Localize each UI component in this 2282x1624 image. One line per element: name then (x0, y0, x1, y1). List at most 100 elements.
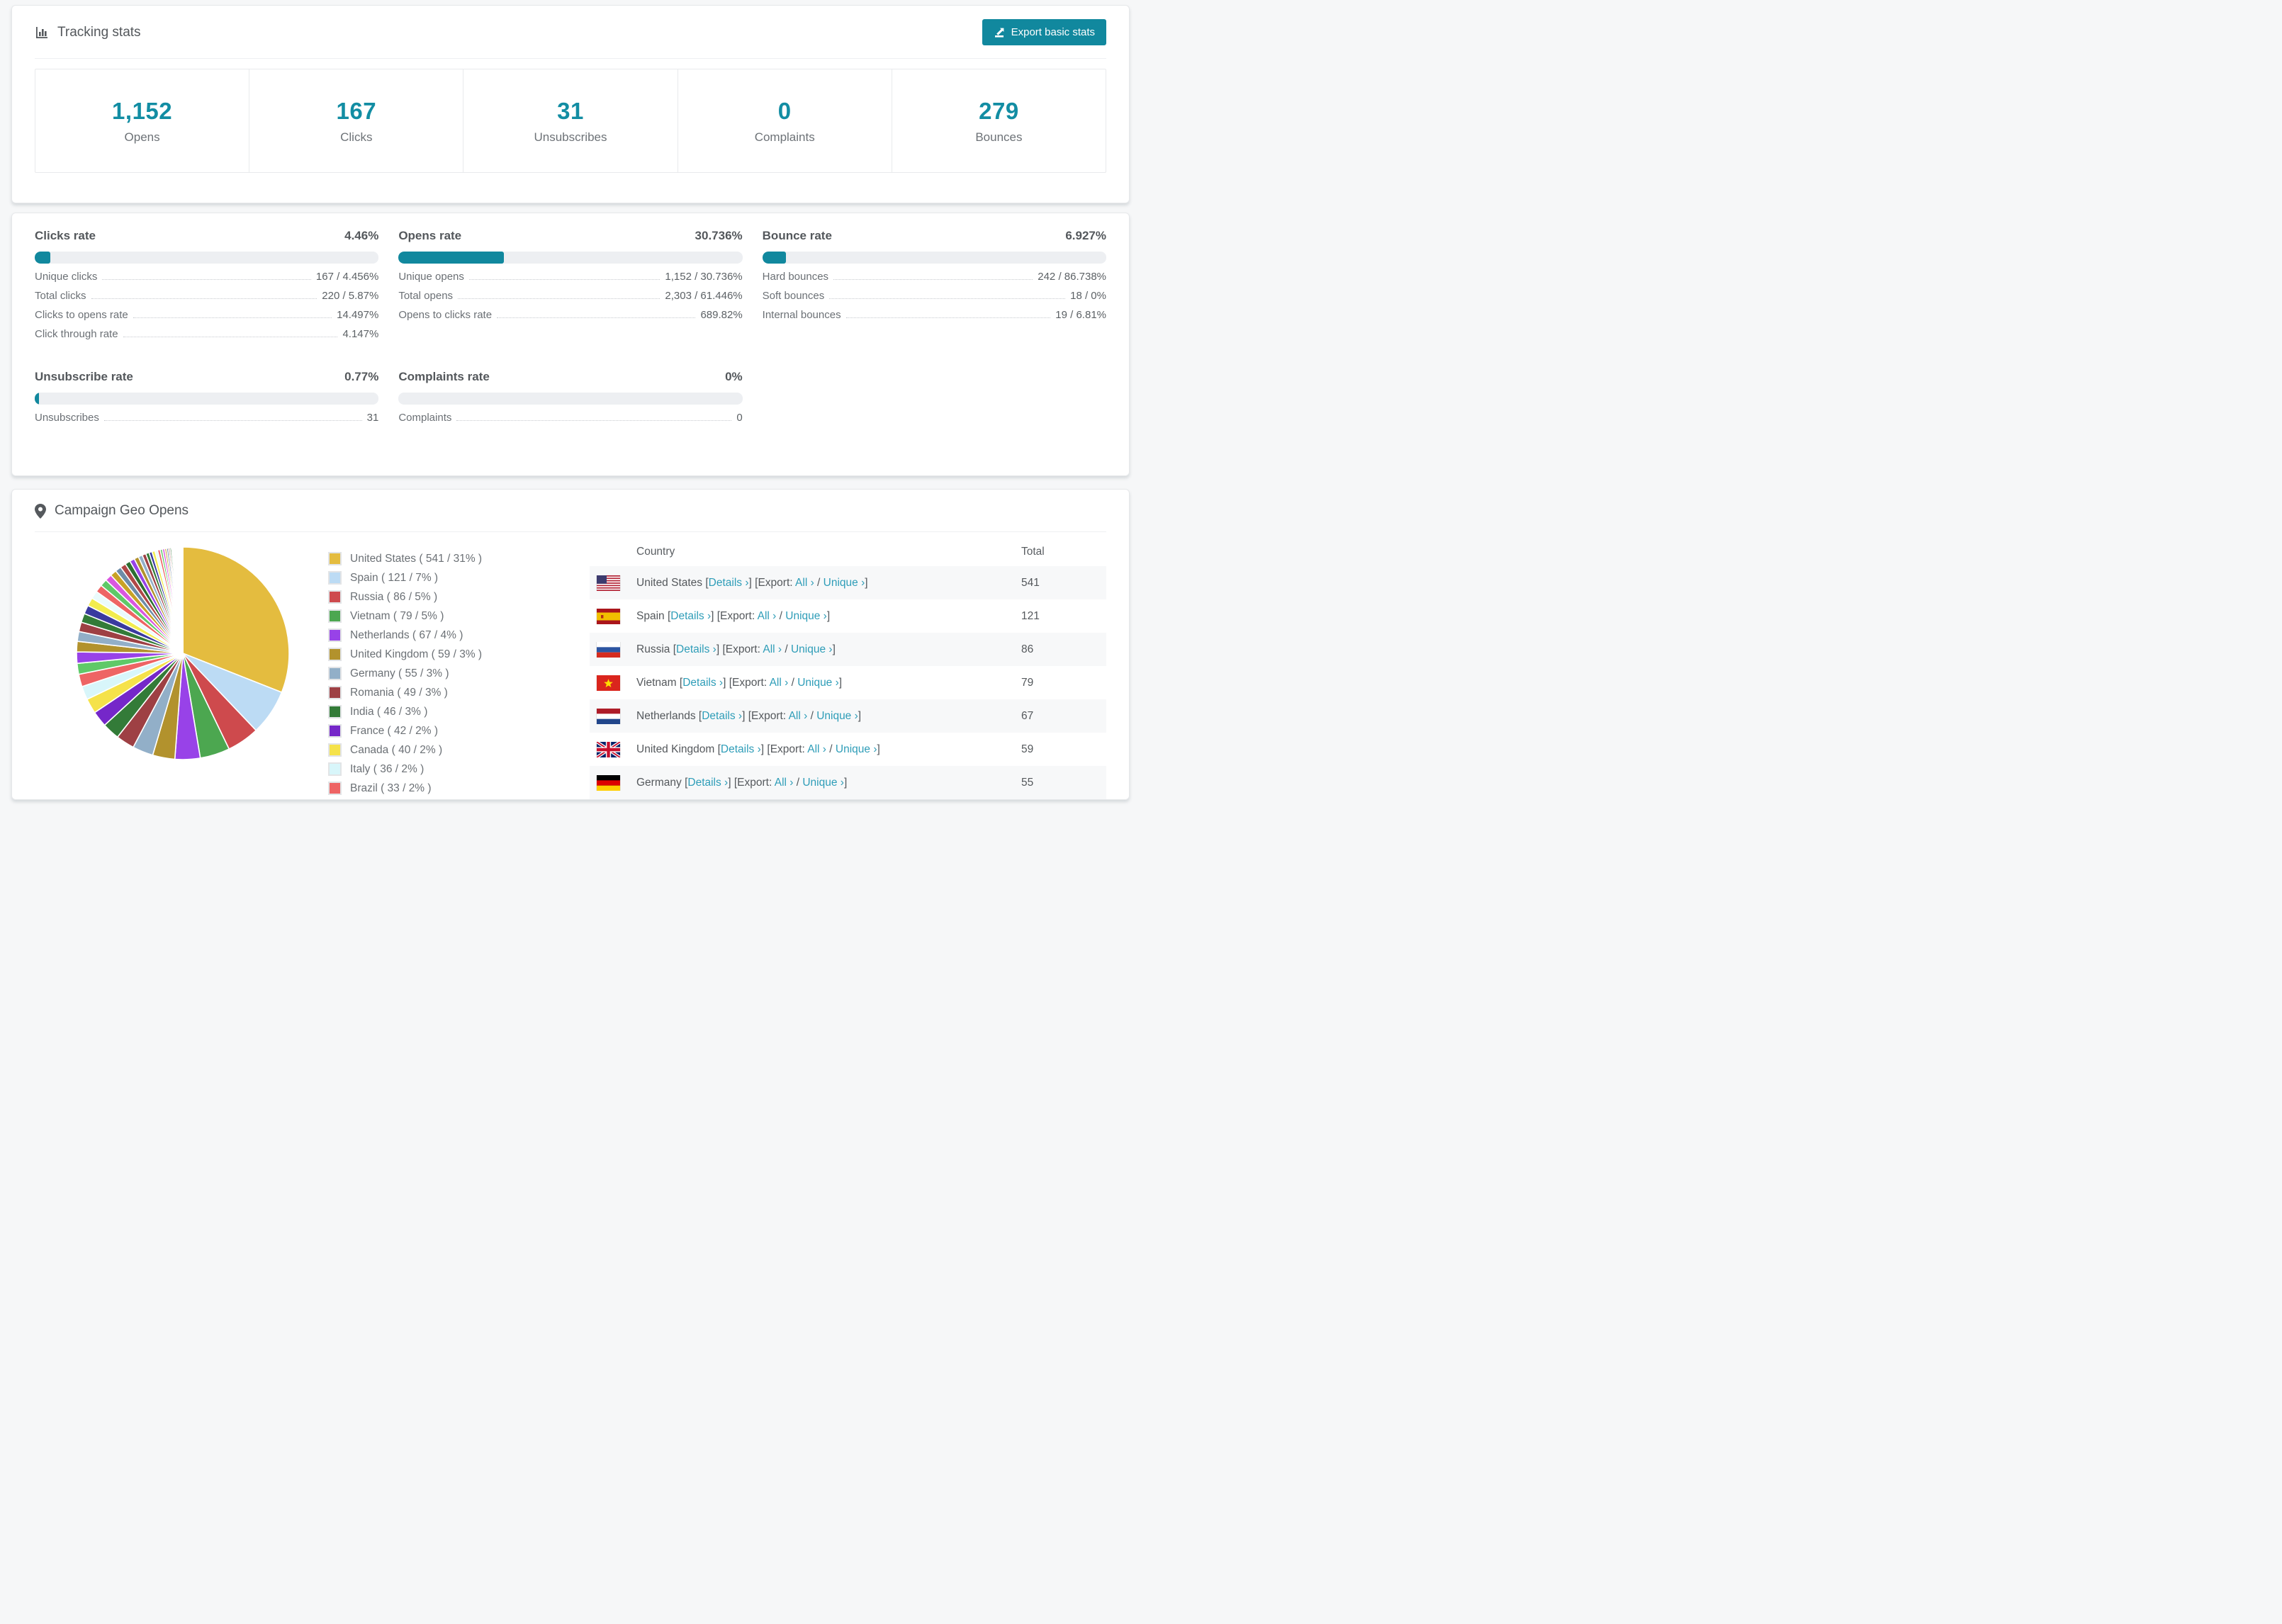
rate-stat-row: Total clicks 220 / 5.87% (35, 290, 378, 309)
stat-cell-opens: 1,152 Opens (35, 69, 250, 172)
rate-progress-fill (762, 252, 787, 264)
legend-item: Netherlands ( 67 / 4% ) (328, 626, 573, 645)
export-unique-link[interactable]: Unique › (836, 743, 877, 755)
dotted-leader (829, 298, 1066, 299)
legend-swatch (328, 667, 342, 680)
export-all-link[interactable]: All › (795, 577, 814, 589)
dashboard-page: Tracking stats Export basic stats 1,152 … (0, 0, 1141, 812)
rate-block-complaints-rate: Complaints rate 0% Complaints 0 (398, 370, 743, 431)
details-link[interactable]: Details › (687, 777, 728, 789)
geo-header: Campaign Geo Opens (35, 490, 1106, 532)
export-basic-stats-button[interactable]: Export basic stats (982, 19, 1106, 45)
tracking-stats-title-row: Tracking stats (35, 25, 141, 40)
legend-label: Vietnam ( 79 / 5% ) (350, 609, 444, 622)
country-total: 86 (1021, 643, 1034, 655)
table-row-netherlands: Netherlands [Details ›] [Export: All › /… (590, 699, 1106, 733)
export-all-link[interactable]: All › (775, 777, 794, 789)
legend-swatch (328, 590, 342, 604)
country-total: 121 (1021, 609, 1040, 622)
rate-progress-track (398, 393, 743, 405)
stat-value: 1,152 (112, 97, 173, 124)
rate-title: Bounce rate (762, 229, 832, 242)
legend-swatch (328, 628, 342, 642)
details-link[interactable]: Details › (682, 677, 723, 689)
rate-stat-row: Internal bounces 19 / 6.81% (763, 309, 1106, 328)
details-link[interactable]: Details › (702, 710, 742, 722)
export-unique-link[interactable]: Unique › (816, 710, 858, 722)
country-name: United States (636, 576, 706, 589)
legend-label: Romania ( 49 / 3% ) (350, 686, 448, 699)
rate-stat-row: Opens to clicks rate 689.82% (398, 309, 742, 328)
geo-legend: United States ( 541 / 31% ) Spain ( 121 … (328, 549, 573, 799)
details-link[interactable]: Details › (721, 743, 761, 755)
rate-block-opens-rate: Opens rate 30.736% Unique opens 1,152 / … (398, 229, 743, 347)
table-row-vietnam: Vietnam [Details ›] [Export: All › / Uni… (590, 666, 1106, 699)
export-unique-link[interactable]: Unique › (824, 577, 865, 589)
export-all-link[interactable]: All › (789, 710, 808, 722)
export-icon (994, 27, 1005, 38)
country-total: 67 (1021, 709, 1034, 722)
rate-stat-value: 31 (366, 412, 379, 424)
us-flag-icon (597, 575, 620, 591)
rate-stat-value: 19 / 6.81% (1055, 309, 1106, 321)
bar-chart-icon (35, 26, 49, 40)
legend-item: Spain ( 121 / 7% ) (328, 568, 573, 587)
rate-stat-value: 4.147% (342, 328, 379, 340)
geo-body: United States ( 541 / 31% ) Spain ( 121 … (12, 532, 1129, 799)
export-all-link[interactable]: All › (807, 743, 826, 755)
export-unique-link[interactable]: Unique › (802, 777, 844, 789)
legend-item: Italy ( 36 / 2% ) (328, 760, 573, 779)
details-link[interactable]: Details › (676, 643, 716, 655)
rate-stat-value: 242 / 86.738% (1038, 271, 1106, 283)
dotted-leader (497, 317, 696, 318)
rates-card: Clicks rate 4.46% Unique clicks 167 / 4.… (11, 213, 1130, 476)
export-unique-link[interactable]: Unique › (785, 610, 827, 622)
legend-item: South Africa ( 29 / 2% ) (328, 798, 573, 799)
legend-label: United Kingdom ( 59 / 3% ) (350, 648, 483, 660)
rate-value: 4.46% (344, 229, 379, 242)
tracking-stats-card: Tracking stats Export basic stats 1,152 … (11, 5, 1130, 203)
country-total: 55 (1021, 776, 1034, 789)
country-total: 541 (1021, 576, 1040, 589)
dotted-leader (458, 298, 661, 299)
stat-label: Bounces (975, 130, 1023, 144)
details-link[interactable]: Details › (670, 610, 711, 622)
export-all-link[interactable]: All › (770, 677, 789, 689)
legend-item: Germany ( 55 / 3% ) (328, 664, 573, 683)
rate-stat-label: Unsubscribes (35, 412, 99, 424)
rate-progress-fill (35, 393, 39, 405)
country-column-header: Country (636, 546, 675, 558)
stat-cell-unsubscribes: 31 Unsubscribes (463, 69, 678, 172)
country-name: United Kingdom (636, 743, 718, 755)
rate-stat-value: 689.82% (700, 309, 743, 321)
export-unique-link[interactable]: Unique › (791, 643, 833, 655)
legend-label: Germany ( 55 / 3% ) (350, 667, 449, 680)
rate-block-clicks-rate: Clicks rate 4.46% Unique clicks 167 / 4.… (35, 229, 379, 347)
rate-stat-value: 167 / 4.456% (315, 271, 379, 283)
rate-stat-value: 1,152 / 30.736% (665, 271, 743, 283)
export-all-link[interactable]: All › (763, 643, 782, 655)
geo-title-row: Campaign Geo Opens (35, 503, 189, 519)
pie-slice-other-63 (181, 546, 184, 654)
stat-label: Complaints (754, 130, 815, 144)
rate-block-bounce-rate: Bounce rate 6.927% Hard bounces 242 / 86… (762, 229, 1106, 347)
country-name: Vietnam (636, 676, 680, 689)
details-link[interactable]: Details › (709, 577, 749, 589)
legend-item: United Kingdom ( 59 / 3% ) (328, 645, 573, 664)
stat-label: Unsubscribes (534, 130, 607, 144)
nl-flag-icon (597, 708, 620, 724)
export-unique-link[interactable]: Unique › (797, 677, 839, 689)
rate-stat-value: 220 / 5.87% (322, 290, 379, 302)
legend-item: Romania ( 49 / 3% ) (328, 683, 573, 702)
rate-progress-fill (398, 252, 505, 264)
legend-label: Italy ( 36 / 2% ) (350, 762, 425, 775)
stat-value: 167 (336, 97, 377, 124)
geo-title: Campaign Geo Opens (55, 503, 189, 518)
geo-table-header: Country Total (590, 538, 1106, 566)
legend-label: Canada ( 40 / 2% ) (350, 743, 443, 756)
es-flag-icon (597, 608, 620, 624)
country-name: Russia (636, 643, 673, 655)
export-all-link[interactable]: All › (758, 610, 777, 622)
table-row-spain: Spain [Details ›] [Export: All › / Uniqu… (590, 599, 1106, 633)
legend-item: Russia ( 86 / 5% ) (328, 587, 573, 607)
